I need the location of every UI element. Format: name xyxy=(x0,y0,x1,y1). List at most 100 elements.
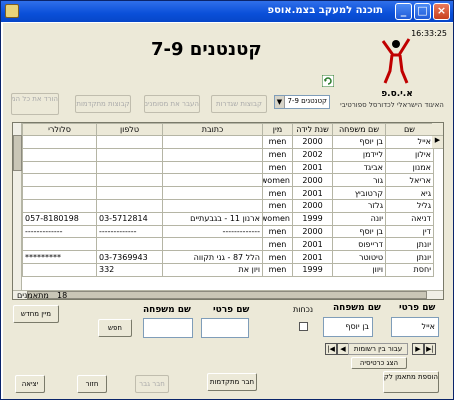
row-selectors[interactable]: ▶ xyxy=(432,123,443,149)
table-cell[interactable]: ------------- xyxy=(22,224,97,239)
table-cell[interactable]: אריאל xyxy=(385,173,434,188)
maximize-button[interactable]: □ xyxy=(414,3,431,20)
column-header[interactable]: סלולרי xyxy=(22,123,97,136)
trainees-grid[interactable]: שם שם משפחה שנת לידה מין כתובת טלפון סלו… xyxy=(12,122,444,300)
table-cell[interactable] xyxy=(96,147,163,162)
horizontal-scrollbar[interactable] xyxy=(13,290,443,299)
table-cell[interactable] xyxy=(96,160,163,175)
exit-button[interactable]: יציאה xyxy=(15,375,45,393)
table-cell[interactable]: 2001 xyxy=(292,186,333,200)
table-cell[interactable] xyxy=(162,135,263,149)
table-cell[interactable]: men xyxy=(262,250,293,264)
table-cell[interactable]: בן יוסף xyxy=(332,224,386,239)
delete-all-button[interactable]: הורד את כל המתאמנים xyxy=(11,93,59,115)
table-cell[interactable]: 2000 xyxy=(292,135,333,149)
close-button[interactable]: × xyxy=(433,3,450,20)
table-cell[interactable] xyxy=(96,237,163,252)
table-cell[interactable]: men xyxy=(262,160,293,175)
table-cell[interactable]: אמנון xyxy=(385,160,434,175)
table-cell[interactable]: קרטוביץ xyxy=(332,186,386,200)
group-select[interactable]: ▼ קטנטנים 7-9 xyxy=(274,95,330,109)
table-row[interactable]: אילון ליידמן 2002 men xyxy=(22,147,434,162)
table-cell[interactable]: 2000 xyxy=(292,173,333,188)
table-cell[interactable]: 332 xyxy=(96,262,163,277)
table-cell[interactable]: 2000 xyxy=(292,198,333,213)
table-cell[interactable] xyxy=(162,173,263,188)
table-cell[interactable]: ------------- xyxy=(162,224,263,239)
table-cell[interactable]: men xyxy=(262,147,293,162)
table-cell[interactable]: ארנון 11 - בגבעתיים xyxy=(162,211,263,226)
table-cell[interactable] xyxy=(96,135,163,149)
table-cell[interactable]: 2001 xyxy=(292,237,333,252)
minimize-button[interactable]: _ xyxy=(395,3,412,20)
table-cell[interactable]: men xyxy=(262,186,293,200)
back-button[interactable]: חזור xyxy=(77,375,107,393)
table-row[interactable]: גליל גלזר 2000 men xyxy=(22,198,434,213)
table-cell[interactable]: 03-5712814 xyxy=(96,211,163,226)
column-header[interactable]: שם xyxy=(385,123,434,136)
table-cell[interactable]: women xyxy=(262,211,293,226)
table-cell[interactable]: women xyxy=(262,173,293,188)
column-header[interactable]: כתובת xyxy=(162,123,263,136)
table-cell[interactable]: 2002 xyxy=(292,147,333,162)
title-bar[interactable]: תוכנה למעקב בצמ.אוספ _ □ × xyxy=(1,1,453,22)
table-cell[interactable]: ********* xyxy=(22,250,97,264)
table-cell[interactable] xyxy=(162,186,263,200)
table-cell[interactable] xyxy=(22,262,97,277)
vertical-scrollbar[interactable] xyxy=(13,123,22,291)
table-cell[interactable]: ויוון xyxy=(332,262,386,277)
table-cell[interactable] xyxy=(96,186,163,200)
table-cell[interactable] xyxy=(22,237,97,252)
table-cell[interactable]: 1999 xyxy=(292,262,333,277)
table-cell[interactable]: ליידמן xyxy=(332,147,386,162)
table-row[interactable]: אייל בן יוסף 2000 men xyxy=(22,135,434,149)
table-cell[interactable]: הלל 87 - גני תקווה xyxy=(162,250,263,264)
sort-button[interactable]: מיין מחדש xyxy=(13,305,59,323)
table-row[interactable]: יונתן טיטוטר 2001 men הלל 87 - גני תקווה 03-7… xyxy=(22,250,434,264)
table-cell[interactable] xyxy=(162,160,263,175)
table-cell[interactable]: men xyxy=(262,237,293,252)
table-cell[interactable] xyxy=(22,186,97,200)
table-cell[interactable] xyxy=(96,198,163,213)
table-cell[interactable] xyxy=(162,237,263,252)
chevron-down-icon[interactable]: ▼ xyxy=(275,96,285,108)
add-trainee-button[interactable]: הוספת מתאמן לקבוצה xyxy=(383,371,439,393)
new-group-button[interactable]: חבר גבר xyxy=(135,375,169,393)
table-cell[interactable]: men xyxy=(262,262,293,277)
table-cell[interactable]: טיטוטר xyxy=(332,250,386,264)
search-button[interactable]: חפש xyxy=(98,319,132,337)
refresh-icon[interactable] xyxy=(322,75,334,87)
table-row[interactable]: יחסת ויוון 1999 men ויון את 332 xyxy=(22,262,434,277)
search-first-name-input[interactable] xyxy=(201,318,249,338)
detail-first-name-field[interactable]: אייל xyxy=(391,317,439,337)
column-header[interactable]: שנת לידה xyxy=(292,123,333,136)
table-cell[interactable]: יונה xyxy=(332,211,386,226)
table-cell[interactable]: דניאה xyxy=(385,211,434,226)
table-cell[interactable]: אביגד xyxy=(332,160,386,175)
table-row[interactable]: דניאה יונה 1999 women ארנון 11 - בגבעתיים 03-… xyxy=(22,211,434,226)
table-row[interactable]: אמנון אביגד 2001 men xyxy=(22,160,434,175)
add-to-advanced-button[interactable]: חבר מתקדמות xyxy=(207,373,257,391)
scroll-thumb[interactable] xyxy=(13,135,22,171)
detail-last-name-field[interactable]: בן יוסף xyxy=(323,317,373,337)
column-header[interactable]: טלפון xyxy=(96,123,163,136)
next-record-icon[interactable]: ▶ xyxy=(412,343,424,355)
table-cell[interactable]: יונתן xyxy=(385,237,434,252)
table-cell[interactable]: גיא xyxy=(385,186,434,200)
show-card-button[interactable]: הצג כרטיסיה xyxy=(351,357,407,369)
table-cell[interactable]: 2001 xyxy=(292,250,333,264)
table-cell[interactable] xyxy=(162,147,263,162)
transfer-marked-button[interactable]: העבר את מסומנים xyxy=(144,95,200,113)
table-cell[interactable]: גור xyxy=(332,173,386,188)
table-cell[interactable]: גלזר xyxy=(332,198,386,213)
table-cell[interactable]: men xyxy=(262,198,293,213)
table-cell[interactable] xyxy=(162,198,263,213)
table-cell[interactable]: אייל xyxy=(385,135,434,149)
column-header[interactable]: שם משפחה xyxy=(332,123,386,136)
table-cell[interactable] xyxy=(22,173,97,188)
table-cell[interactable]: 057-8180198 xyxy=(22,211,97,226)
table-row[interactable]: אריאל גור 2000 women xyxy=(22,173,434,188)
search-last-name-input[interactable] xyxy=(143,318,193,338)
table-cell[interactable] xyxy=(96,173,163,188)
table-cell[interactable]: בן יוסף xyxy=(332,135,386,149)
